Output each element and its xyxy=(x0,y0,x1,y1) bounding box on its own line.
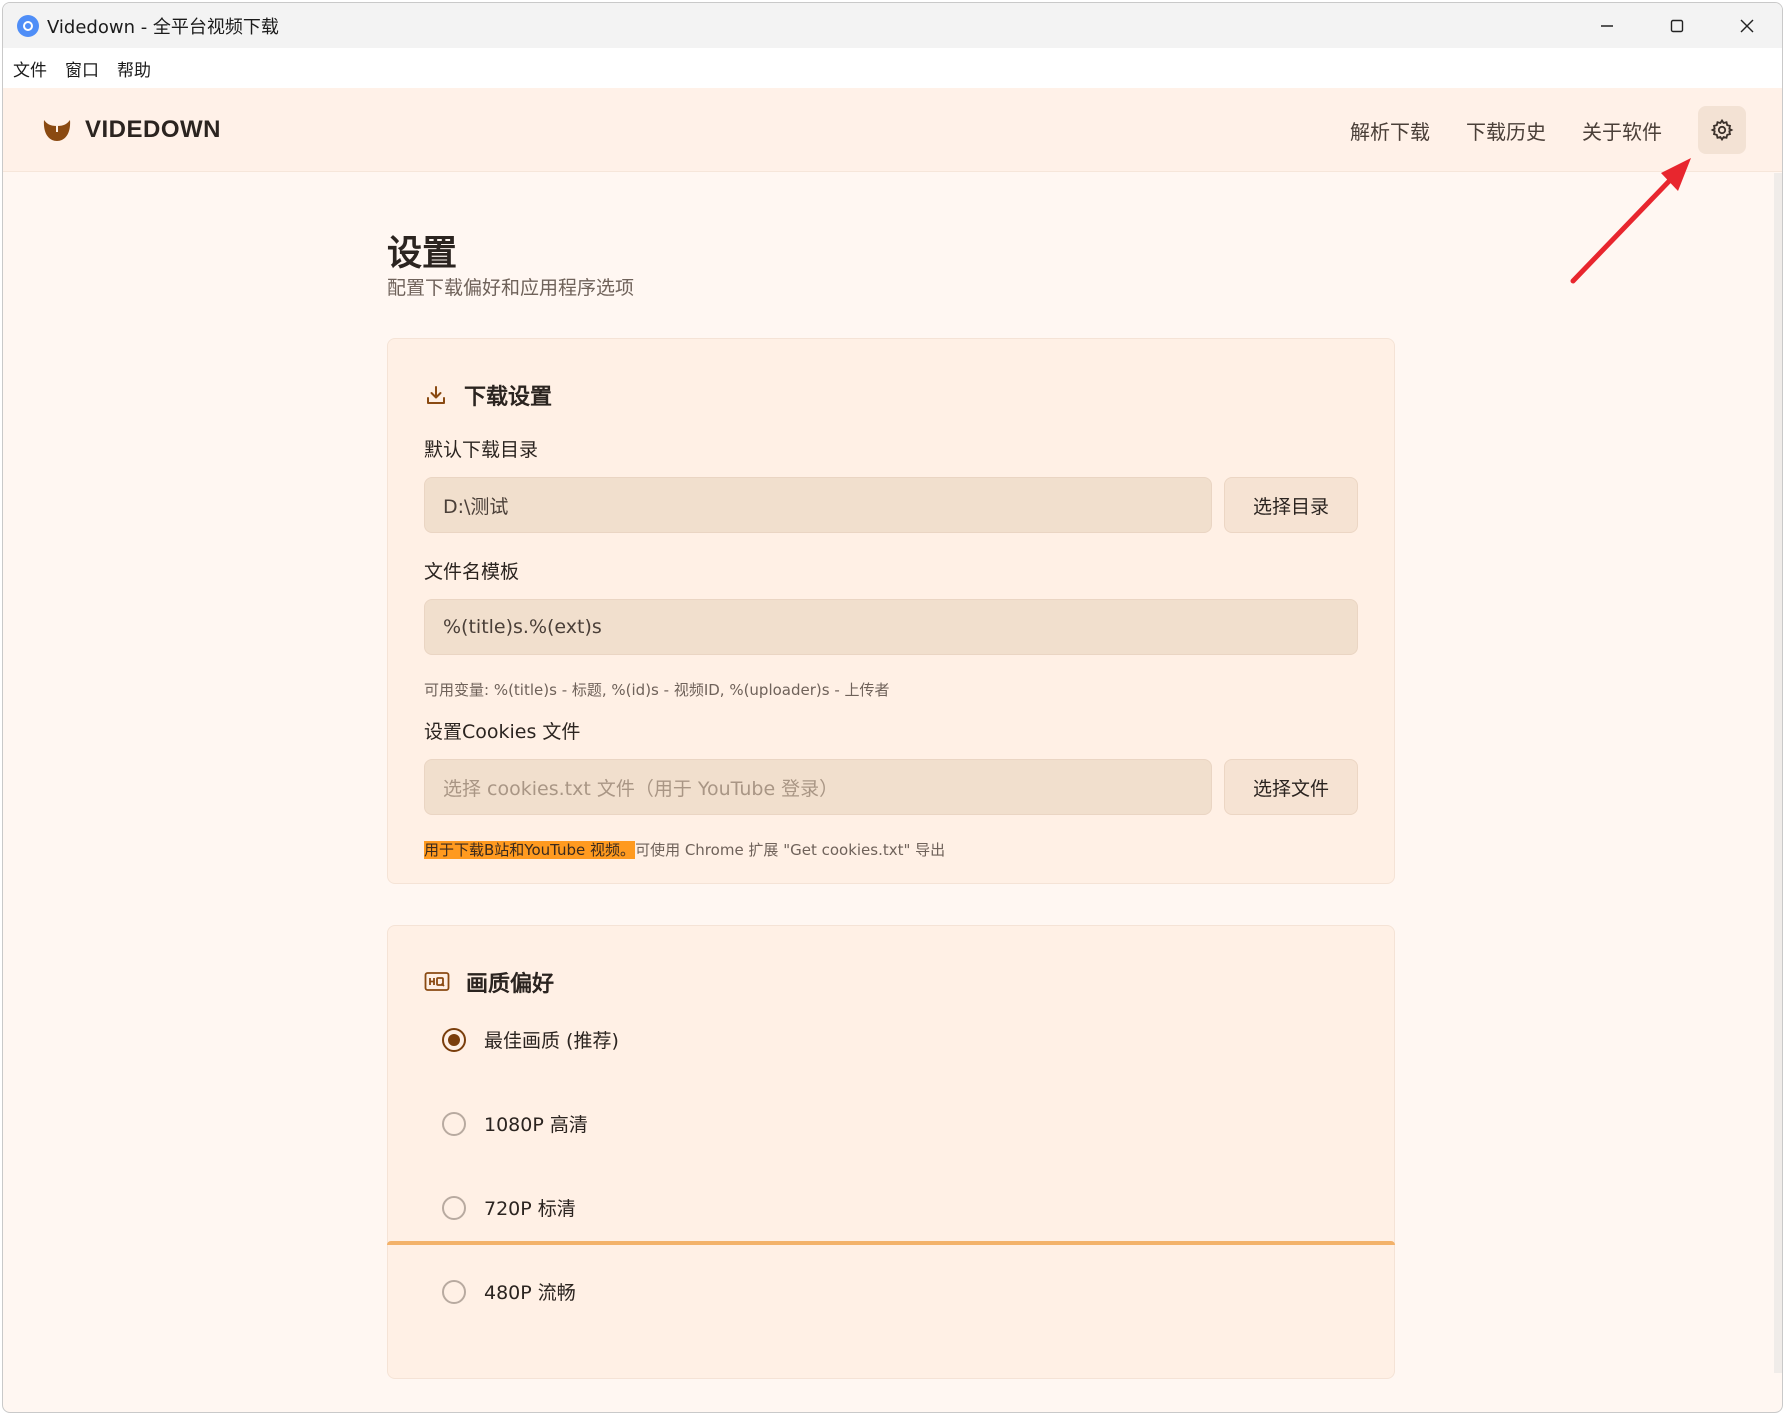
quality-label: 画质偏好 xyxy=(466,972,555,997)
settings-button[interactable] xyxy=(1698,106,1746,154)
choose-file-button[interactable]: 选择文件 xyxy=(1224,759,1358,815)
app-header: VIDEDOWN 解析下载 下载历史 关于软件 xyxy=(3,88,1782,172)
window-title: Videdown - 全平台视频下载 xyxy=(47,16,279,38)
hq-icon xyxy=(424,972,450,991)
gear-icon xyxy=(1710,118,1734,142)
close-icon xyxy=(1740,19,1754,32)
next-card-edge xyxy=(387,1241,1395,1245)
cookies-hint-highlight: 用于下载B站和YouTube 视频。 xyxy=(424,841,636,859)
cookies-hint: 用于下载B站和YouTube 视频。可使用 Chrome 扩展 "Get coo… xyxy=(424,839,945,860)
filename-template-label: 文件名模板 xyxy=(424,561,520,583)
quality-option-label: 最佳画质 (推荐) xyxy=(484,1030,619,1052)
quality-title: 画质偏好 xyxy=(424,966,554,998)
quality-option-best[interactable]: 最佳画质 (推荐) xyxy=(442,1026,619,1053)
scrollbar[interactable] xyxy=(1774,173,1782,1373)
download-settings-label: 下载设置 xyxy=(464,385,553,410)
minimize-icon xyxy=(1601,24,1613,27)
title-bar: Videdown - 全平台视频下载 xyxy=(3,3,1782,48)
radio-unchecked-icon[interactable] xyxy=(442,1195,466,1220)
settings-page: 设置 配置下载偏好和应用程序选项 下载设置 默认下载目录 D:\测试 选择目录 … xyxy=(3,173,1782,1412)
quality-option-480p[interactable]: 480P 流畅 xyxy=(442,1278,576,1305)
cookies-file-input[interactable]: 选择 cookies.txt 文件（用于 YouTube 登录） xyxy=(424,759,1212,815)
cookies-file-label: 设置Cookies 文件 xyxy=(424,721,581,743)
page-title: 设置 xyxy=(387,234,458,274)
choose-directory-button[interactable]: 选择目录 xyxy=(1224,477,1358,533)
radio-unchecked-icon[interactable] xyxy=(442,1111,466,1136)
download-dir-label: 默认下载目录 xyxy=(424,439,539,461)
minimize-button[interactable] xyxy=(1572,3,1642,48)
quality-option-label: 1080P 高清 xyxy=(484,1114,588,1136)
annotation-arrow-icon xyxy=(1570,158,1691,284)
app-icon xyxy=(17,14,39,37)
quality-option-label: 480P 流畅 xyxy=(484,1282,576,1304)
menu-window[interactable]: 窗口 xyxy=(65,56,99,81)
download-settings-title: 下载设置 xyxy=(424,379,552,411)
radio-unchecked-icon[interactable] xyxy=(442,1279,466,1304)
download-dir-input[interactable]: D:\测试 xyxy=(424,477,1212,533)
quality-option-label: 720P 标清 xyxy=(484,1198,576,1220)
nav-download-history[interactable]: 下载历史 xyxy=(1466,116,1546,145)
page-subtitle: 配置下载偏好和应用程序选项 xyxy=(387,277,635,299)
menu-file[interactable]: 文件 xyxy=(13,56,47,81)
download-icon xyxy=(427,386,445,404)
nav-parse-download[interactable]: 解析下载 xyxy=(1350,116,1430,145)
cookies-hint-text: 可使用 Chrome 扩展 "Get cookies.txt" 导出 xyxy=(635,841,946,859)
menu-help[interactable]: 帮助 xyxy=(117,56,151,81)
filename-template-input[interactable]: %(title)s.%(ext)s xyxy=(424,599,1358,655)
app-window: Videdown - 全平台视频下载 文件 窗口 帮助 VIDEDOWN 解析下… xyxy=(2,2,1783,1413)
logo-text: VIDEDOWN xyxy=(85,115,221,143)
close-button[interactable] xyxy=(1712,3,1782,48)
maximize-button[interactable] xyxy=(1642,3,1712,48)
quality-option-720p[interactable]: 720P 标清 xyxy=(442,1194,576,1221)
radio-checked-icon[interactable] xyxy=(442,1027,466,1052)
filename-template-hint: 可用变量: %(title)s - 标题, %(id)s - 视频ID, %(u… xyxy=(424,681,890,699)
logo-icon xyxy=(43,119,71,141)
maximize-icon xyxy=(1670,19,1684,32)
menu-bar: 文件 窗口 帮助 xyxy=(3,48,1782,88)
quality-option-1080p[interactable]: 1080P 高清 xyxy=(442,1110,588,1137)
nav-about[interactable]: 关于软件 xyxy=(1582,116,1662,145)
quality-preference-card: 画质偏好 最佳画质 (推荐) 1080P 高清 720P 标清 480P 流畅 xyxy=(387,925,1395,1379)
download-settings-card: 下载设置 默认下载目录 D:\测试 选择目录 文件名模板 %(title)s.%… xyxy=(387,338,1395,884)
window-controls xyxy=(1572,3,1782,48)
